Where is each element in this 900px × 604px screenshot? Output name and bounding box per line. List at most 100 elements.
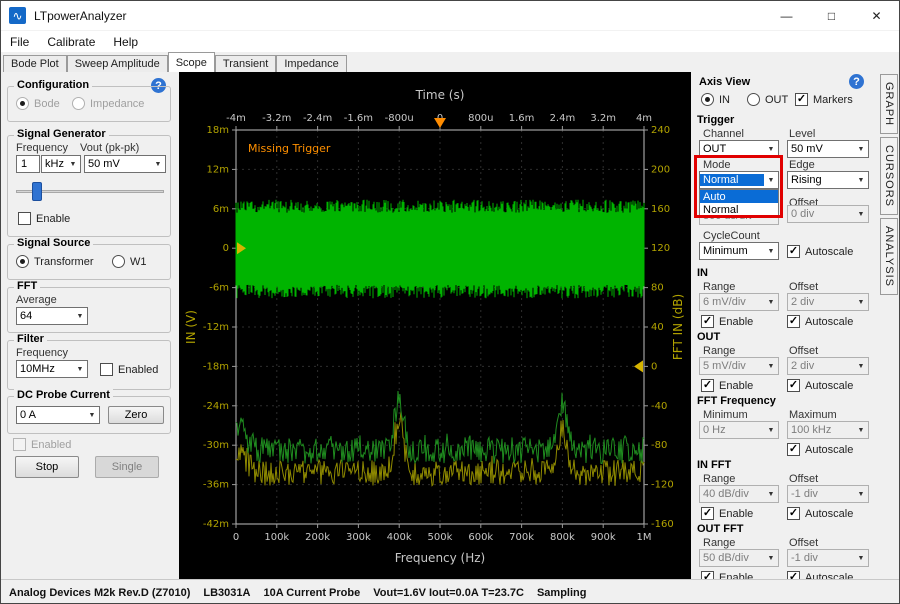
stop-button[interactable]: Stop <box>15 456 79 478</box>
cyclecount-select[interactable]: Minimum ▼ <box>699 242 779 260</box>
in-fft-offset-value: -1 div <box>788 488 854 500</box>
out-range-value: 5 mV/div <box>700 360 764 372</box>
trigger-mode-select[interactable]: Normal ▼ <box>699 171 779 189</box>
dc-probe-current-value: 0 A <box>17 409 85 421</box>
trigger-edge-select[interactable]: Rising ▼ <box>787 171 869 189</box>
in-fft-range-label: Range <box>703 473 735 485</box>
minimize-button[interactable]: — <box>764 1 809 30</box>
axis-out-radio[interactable]: OUT <box>747 93 788 106</box>
signal-source-group: Signal Source Transformer W1 <box>7 244 171 280</box>
menu-help[interactable]: Help <box>104 31 147 52</box>
in-fft-range-select[interactable]: 40 dB/div ▼ <box>699 485 779 503</box>
svg-text:500k: 500k <box>428 532 453 543</box>
out-offset-value: 2 div <box>788 360 854 372</box>
maximize-button[interactable]: □ <box>809 1 854 30</box>
average-label: Average <box>16 294 57 306</box>
mode-option-auto[interactable]: Auto <box>700 190 778 203</box>
menu-bar: File Calibrate Help <box>1 31 899 52</box>
out-section-title: OUT <box>697 331 720 343</box>
menu-calibrate[interactable]: Calibrate <box>38 31 104 52</box>
trigger-offset-select[interactable]: 0 div ▼ <box>787 205 869 223</box>
amplitude-slider[interactable] <box>16 182 164 202</box>
markers-checkbox[interactable]: ✓ Markers <box>795 93 853 106</box>
svg-text:800u: 800u <box>468 113 493 124</box>
in-fft-autoscale-checkbox[interactable]: ✓ Autoscale <box>787 507 853 520</box>
side-tab-analysis[interactable]: ANALYSIS <box>880 218 898 295</box>
side-tab-graph[interactable]: GRAPH <box>880 74 898 134</box>
single-button[interactable]: Single <box>95 456 159 478</box>
out-fft-range-select[interactable]: 50 dB/div ▼ <box>699 549 779 567</box>
trigger-level-select[interactable]: 50 mV ▼ <box>787 140 869 158</box>
in-range-select[interactable]: 6 mV/div ▼ <box>699 293 779 311</box>
frequency-unit-select[interactable]: kHz ▼ <box>41 155 81 173</box>
tab-scope[interactable]: Scope <box>168 52 215 72</box>
out-range-label: Range <box>703 345 735 357</box>
radio-dot <box>16 255 29 268</box>
fft-frequency-title: FFT Frequency <box>697 395 776 407</box>
tab-transient[interactable]: Transient <box>215 55 276 72</box>
in-autoscale-label: Autoscale <box>805 316 853 328</box>
checkbox-box: ✓ <box>701 507 714 520</box>
svg-text:-24m: -24m <box>203 401 229 412</box>
filter-frequency-select[interactable]: 10MHz ▼ <box>16 360 88 378</box>
svg-text:900k: 900k <box>591 532 616 543</box>
out-enable-checkbox[interactable]: ✓ Enable <box>701 379 753 392</box>
svg-text:120: 120 <box>651 243 670 254</box>
mode-option-normal[interactable]: Normal <box>700 203 778 216</box>
slider-thumb[interactable] <box>32 182 42 201</box>
transformer-radio[interactable]: Transformer <box>16 255 94 268</box>
fft-minimum-select[interactable]: 0 Hz ▼ <box>699 421 779 439</box>
frequency-input[interactable]: 1 <box>16 155 40 173</box>
app-window: ∿ LTpowerAnalyzer — □ ✕ File Calibrate H… <box>0 0 900 604</box>
tab-bode-plot[interactable]: Bode Plot <box>3 55 67 72</box>
bode-radio[interactable]: Bode <box>16 97 60 110</box>
average-select[interactable]: 64 ▼ <box>16 307 88 325</box>
trigger-channel-select[interactable]: OUT ▼ <box>699 140 779 158</box>
vout-value: 50 mV <box>85 158 151 170</box>
fft-autoscale-checkbox[interactable]: ✓ Autoscale <box>787 443 853 456</box>
filter-frequency-label: Frequency <box>16 347 68 359</box>
generator-enable-checkbox[interactable]: Enable <box>18 212 70 225</box>
menu-file[interactable]: File <box>1 31 38 52</box>
svg-text:4m: 4m <box>636 113 652 124</box>
filter-enabled-checkbox[interactable]: Enabled <box>100 363 158 376</box>
in-fft-offset-select[interactable]: -1 div ▼ <box>787 485 869 503</box>
in-offset-select[interactable]: 2 div ▼ <box>787 293 869 311</box>
scope-chart: -4m-3.2m-2.4m-1.6m-800u0800u1.6m2.4m3.2m… <box>179 72 691 579</box>
svg-text:-36m: -36m <box>203 480 229 491</box>
impedance-radio[interactable]: Impedance <box>72 97 144 110</box>
axis-in-radio[interactable]: IN <box>701 93 730 106</box>
out-range-select[interactable]: 5 mV/div ▼ <box>699 357 779 375</box>
in-autoscale-checkbox[interactable]: ✓ Autoscale <box>787 315 853 328</box>
svg-text:300k: 300k <box>346 532 371 543</box>
help-icon[interactable]: ? <box>849 74 864 89</box>
dc-probe-enabled-checkbox[interactable]: Enabled <box>13 438 71 451</box>
vout-select[interactable]: 50 mV ▼ <box>84 155 166 173</box>
checkbox-box: ✓ <box>787 379 800 392</box>
axis-out-label: OUT <box>765 94 788 106</box>
side-tab-cursors[interactable]: CURSORS <box>880 137 898 215</box>
out-fft-offset-select[interactable]: -1 div ▼ <box>787 549 869 567</box>
out-autoscale-checkbox[interactable]: ✓ Autoscale <box>787 379 853 392</box>
zero-button[interactable]: Zero <box>108 406 164 424</box>
in-enable-checkbox[interactable]: ✓ Enable <box>701 315 753 328</box>
svg-text:-3.2m: -3.2m <box>262 113 291 124</box>
w1-radio[interactable]: W1 <box>112 255 147 268</box>
svg-text:1.6m: 1.6m <box>509 113 535 124</box>
trigger-offset-value: 0 div <box>788 208 854 220</box>
in-range-value: 6 mV/div <box>700 296 764 308</box>
out-offset-select[interactable]: 2 div ▼ <box>787 357 869 375</box>
svg-text:Time (s): Time (s) <box>415 88 465 102</box>
svg-text:-120: -120 <box>651 480 674 491</box>
fft-autoscale-label: Autoscale <box>805 444 853 456</box>
fft-maximum-select[interactable]: 100 kHz ▼ <box>787 421 869 439</box>
in-fft-enable-checkbox[interactable]: ✓ Enable <box>701 507 753 520</box>
out-fft-range-value: 50 dB/div <box>700 552 764 564</box>
close-button[interactable]: ✕ <box>854 1 899 30</box>
dc-probe-current-select[interactable]: 0 A ▼ <box>16 406 100 424</box>
trigger-autoscale-checkbox[interactable]: ✓ Autoscale <box>787 245 853 258</box>
mode-dropdown-list: Auto Normal <box>699 189 779 217</box>
tab-sweep-amplitude[interactable]: Sweep Amplitude <box>67 55 168 72</box>
tab-impedance[interactable]: Impedance <box>276 55 346 72</box>
svg-text:-42m: -42m <box>203 519 229 530</box>
